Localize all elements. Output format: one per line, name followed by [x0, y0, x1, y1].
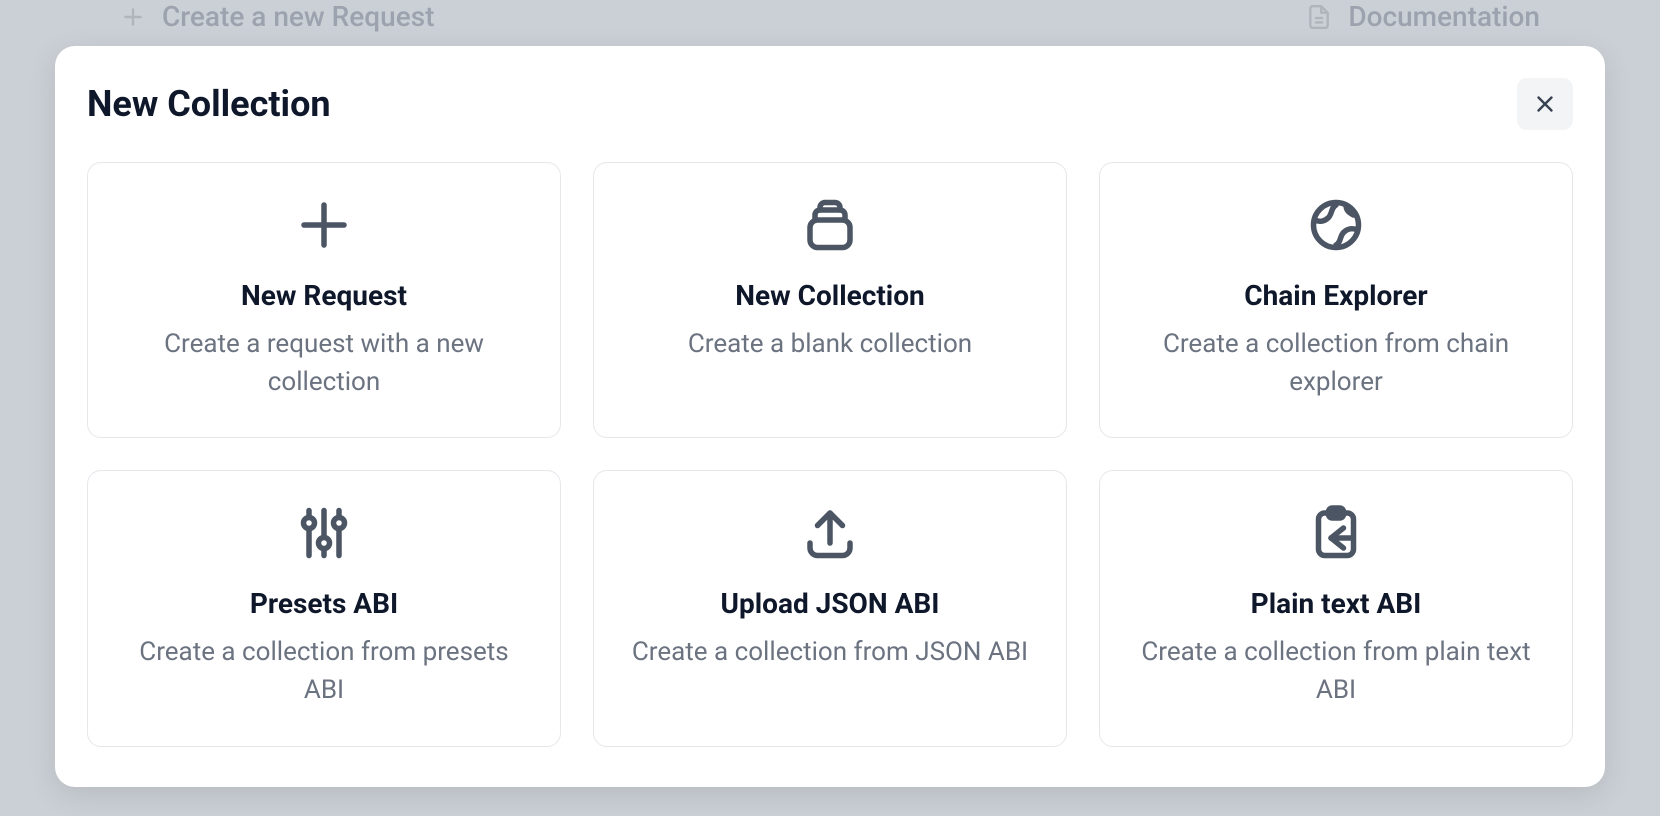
modal-header: New Collection	[87, 78, 1573, 130]
card-title: Plain text ABI	[1251, 587, 1422, 620]
card-title: New Collection	[735, 279, 924, 312]
card-description: Create a collection from presets ABI	[116, 634, 532, 709]
card-description: Create a collection from chain explorer	[1128, 326, 1544, 401]
documentation-label: Documentation	[1348, 0, 1540, 33]
card-upload-json-abi[interactable]: Upload JSON ABI Create a collection from…	[593, 470, 1067, 746]
plus-icon	[120, 4, 146, 30]
new-collection-modal: New Collection New Request Create a requ…	[55, 46, 1605, 787]
card-new-collection[interactable]: New Collection Create a blank collection	[593, 162, 1067, 438]
upload-icon	[795, 501, 865, 565]
card-title: Upload JSON ABI	[721, 587, 940, 620]
create-request-label: Create a new Request	[162, 0, 434, 33]
card-new-request[interactable]: New Request Create a request with a new …	[87, 162, 561, 438]
card-plain-text-abi[interactable]: Plain text ABI Create a collection from …	[1099, 470, 1573, 746]
globe-icon	[1301, 193, 1371, 257]
clipboard-paste-icon	[1301, 501, 1371, 565]
close-button[interactable]	[1517, 78, 1573, 130]
close-icon	[1532, 91, 1558, 117]
card-description: Create a request with a new collection	[116, 326, 532, 401]
card-description: Create a blank collection	[688, 326, 972, 364]
collection-icon	[795, 193, 865, 257]
card-chain-explorer[interactable]: Chain Explorer Create a collection from …	[1099, 162, 1573, 438]
cards-grid: New Request Create a request with a new …	[87, 162, 1573, 747]
card-title: Chain Explorer	[1244, 279, 1427, 312]
documentation-link[interactable]: Documentation	[1306, 0, 1540, 33]
background-toolbar: Create a new Request Documentation	[0, 0, 1660, 32]
sliders-icon	[289, 501, 359, 565]
modal-title: New Collection	[87, 83, 331, 125]
card-description: Create a collection from JSON ABI	[632, 634, 1028, 672]
create-request-link[interactable]: Create a new Request	[120, 0, 434, 33]
card-presets-abi[interactable]: Presets ABI Create a collection from pre…	[87, 470, 561, 746]
card-description: Create a collection from plain text ABI	[1128, 634, 1544, 709]
card-title: New Request	[241, 279, 407, 312]
document-icon	[1306, 4, 1332, 30]
plus-icon	[289, 193, 359, 257]
card-title: Presets ABI	[250, 587, 398, 620]
